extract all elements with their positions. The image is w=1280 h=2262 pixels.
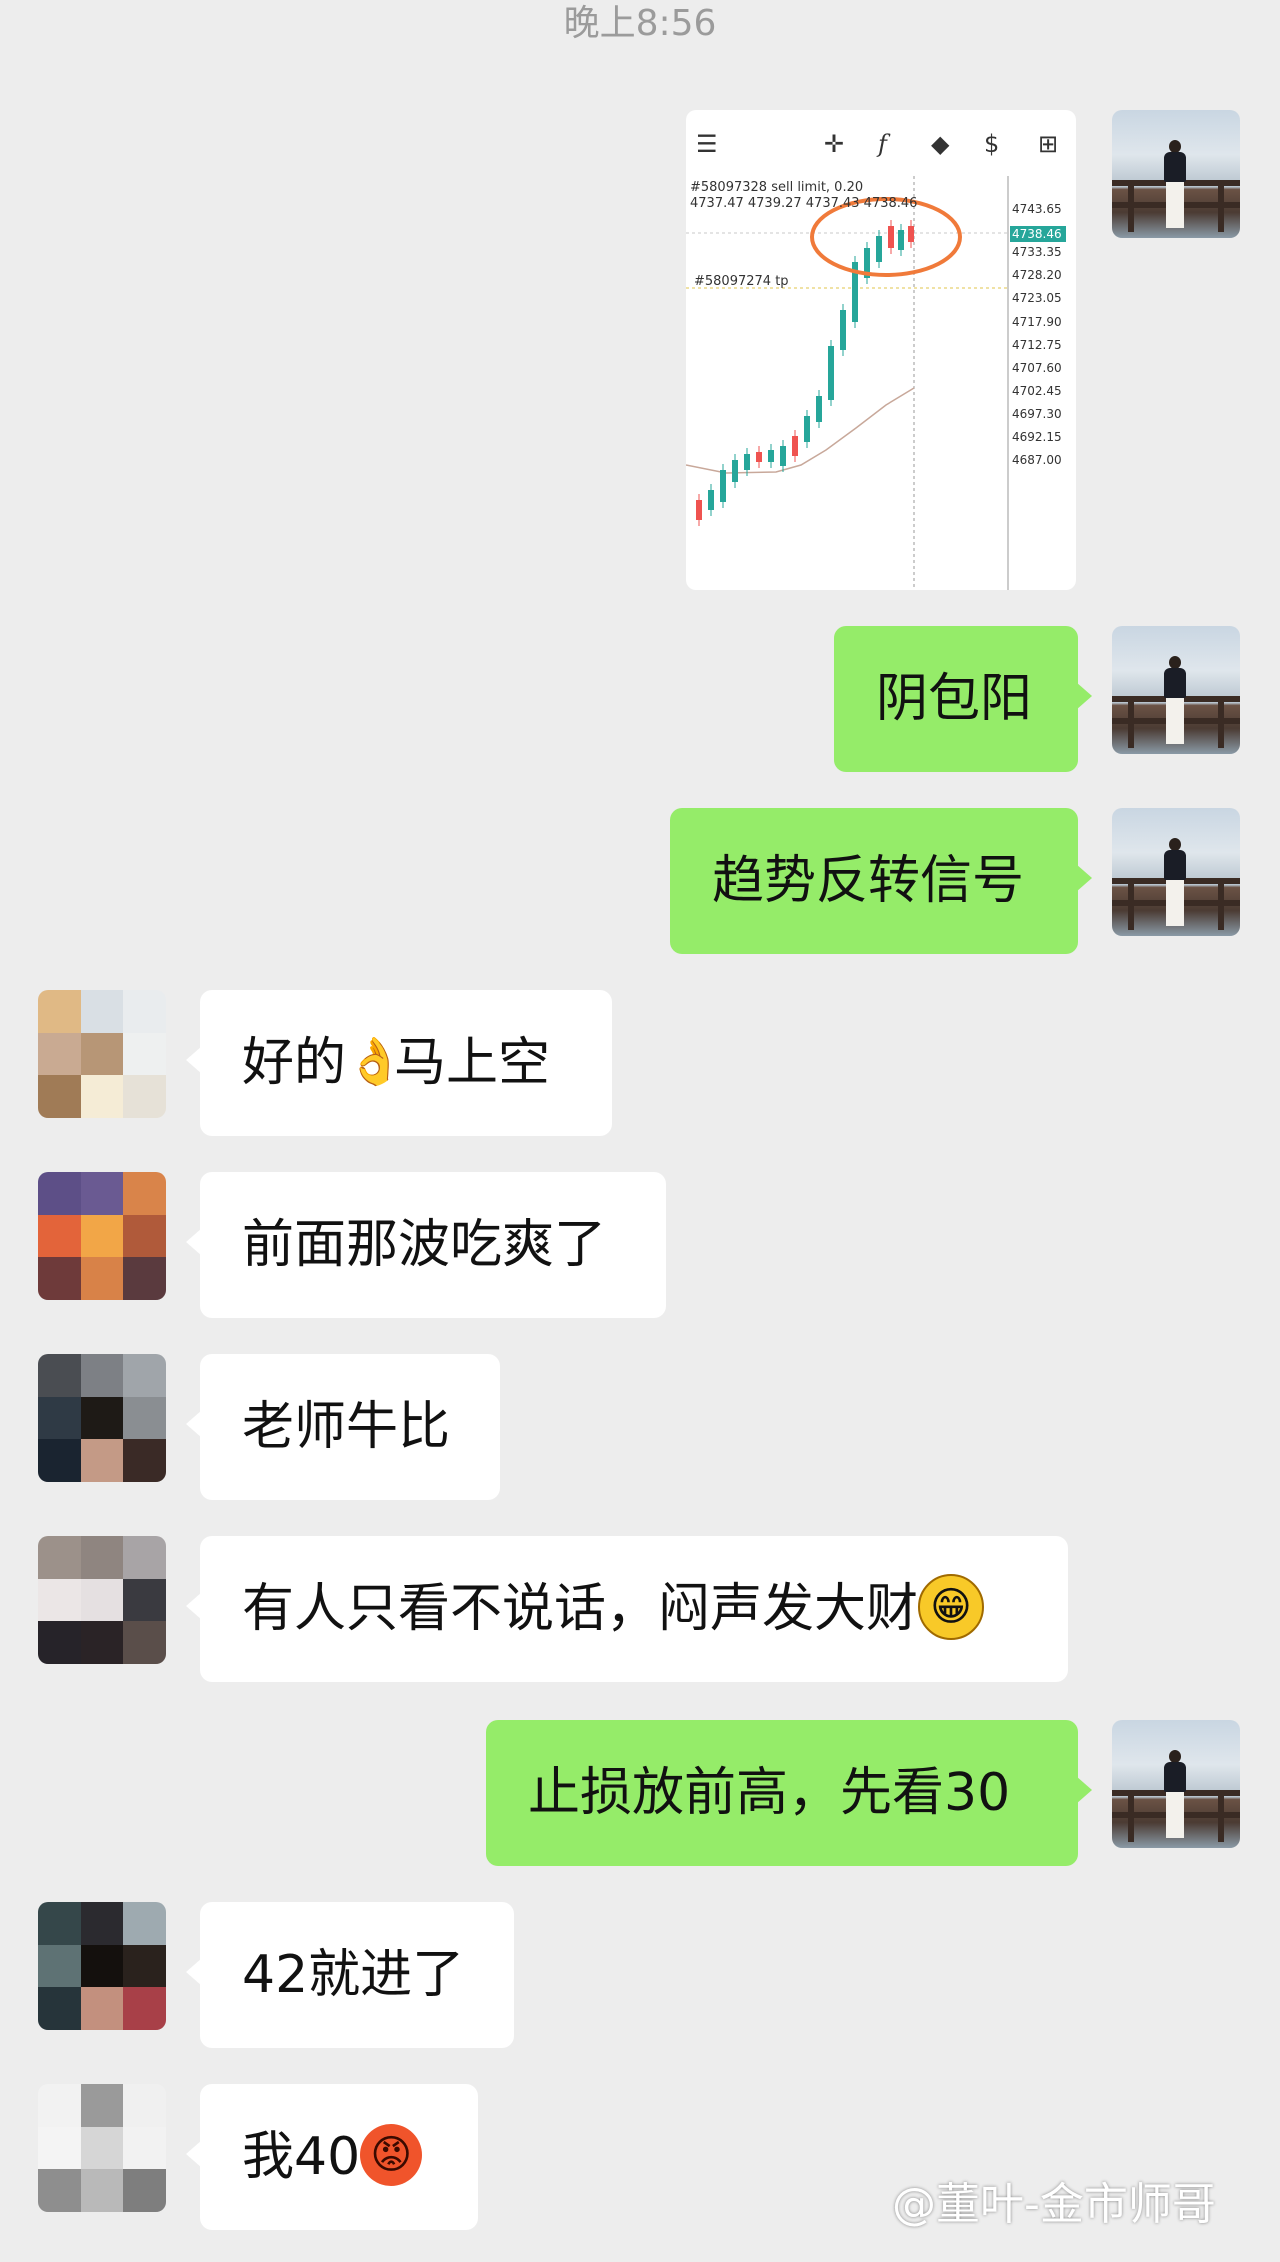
- price-axis-label: 4687.00: [1012, 453, 1062, 467]
- price-axis-label: 4707.60: [1012, 361, 1062, 375]
- price-axis-label: 4733.35: [1012, 245, 1062, 259]
- angry-face-emoji-icon: 😡: [360, 2124, 423, 2186]
- candle-body: [720, 470, 726, 502]
- order-label-2: #58097274 tp: [694, 274, 789, 289]
- candle-body: [768, 450, 774, 462]
- user-avatar[interactable]: [38, 1354, 166, 1482]
- price-axis-label: 4697.30: [1012, 407, 1062, 421]
- current-price-label: 4738.46: [1012, 227, 1062, 241]
- user-message-bubble[interactable]: 老师牛比: [186, 1354, 500, 1500]
- message-text: 有人只看不说话，闷声发大财: [242, 1579, 919, 1639]
- price-axis-label: 4728.20: [1012, 268, 1062, 282]
- chart-image-message[interactable]: ☰ ✛ f ◆ $ ⊞ #58097328 sell limit, 0.20 4…: [686, 110, 1076, 590]
- message-text: 我40: [242, 2127, 361, 2187]
- candle-body: [792, 436, 798, 456]
- candle-body: [756, 452, 762, 462]
- price-axis-label: 4702.45: [1012, 384, 1062, 398]
- candle-body: [816, 396, 822, 422]
- user-message-bubble[interactable]: 有人只看不说话，闷声发大财 😁: [186, 1536, 1068, 1682]
- user-avatar[interactable]: [38, 1172, 166, 1300]
- user-message-bubble[interactable]: 42就进了: [186, 1902, 514, 2048]
- my-avatar[interactable]: [1112, 626, 1240, 754]
- my-message-bubble[interactable]: 趋势反转信号: [670, 808, 1092, 954]
- price-axis-label: 4743.65: [1012, 202, 1062, 216]
- user-message-bubble[interactable]: 好的👌马上空: [186, 990, 612, 1136]
- timestamp: 晚上8:56: [563, 3, 717, 44]
- watermark: @董叶-金市师哥: [892, 2179, 1216, 2230]
- price-axis-label: 4723.05: [1012, 291, 1062, 305]
- candle-body: [804, 416, 810, 442]
- candle-body: [696, 500, 702, 520]
- user-message-bubble[interactable]: 前面那波吃爽了: [186, 1172, 666, 1318]
- price-axis-label: 4717.90: [1012, 315, 1062, 329]
- message-text-continued: 马上空: [394, 1033, 551, 1093]
- price-axis-label: 4692.15: [1012, 430, 1062, 444]
- candle-body: [898, 230, 904, 250]
- candle-body: [732, 460, 738, 482]
- user-avatar[interactable]: [38, 1536, 166, 1664]
- my-avatar[interactable]: [1112, 808, 1240, 936]
- candle-body: [780, 446, 786, 466]
- candle-body: [828, 346, 834, 400]
- candle-body: [888, 226, 894, 248]
- my-avatar[interactable]: [1112, 110, 1240, 238]
- message-text: 老师牛比: [242, 1397, 451, 1457]
- my-avatar[interactable]: [1112, 1720, 1240, 1848]
- my-message-bubble[interactable]: 阴包阳: [834, 626, 1092, 772]
- ohlc-label: 4737.47 4739.27 4737.43 4738.46: [690, 196, 918, 211]
- user-avatar[interactable]: [38, 1902, 166, 2030]
- message-text: 止损放前高，先看30: [528, 1763, 1011, 1823]
- message-text: 42就进了: [242, 1945, 465, 2005]
- order-label-1: #58097328 sell limit, 0.20: [690, 180, 864, 195]
- ok-hand-emoji-icon: 👌: [346, 1034, 404, 1088]
- candle-body: [840, 310, 846, 350]
- message-text: 趋势反转信号: [712, 851, 1025, 911]
- my-message-bubble[interactable]: 止损放前高，先看30: [486, 1720, 1092, 1866]
- user-avatar[interactable]: [38, 990, 166, 1118]
- message-text: 阴包阳: [876, 669, 1033, 729]
- grinning-face-emoji-icon: 😁: [918, 1574, 985, 1640]
- candle-body: [876, 236, 882, 262]
- user-avatar[interactable]: [38, 2084, 166, 2212]
- candle-body: [908, 226, 914, 242]
- candle-body: [744, 454, 750, 470]
- message-text: 前面那波吃爽了: [242, 1215, 607, 1275]
- candle-body: [708, 490, 714, 510]
- message-text: 好的: [242, 1033, 347, 1093]
- user-message-bubble[interactable]: 我40 😡: [186, 2084, 478, 2230]
- price-axis-label: 4712.75: [1012, 338, 1062, 352]
